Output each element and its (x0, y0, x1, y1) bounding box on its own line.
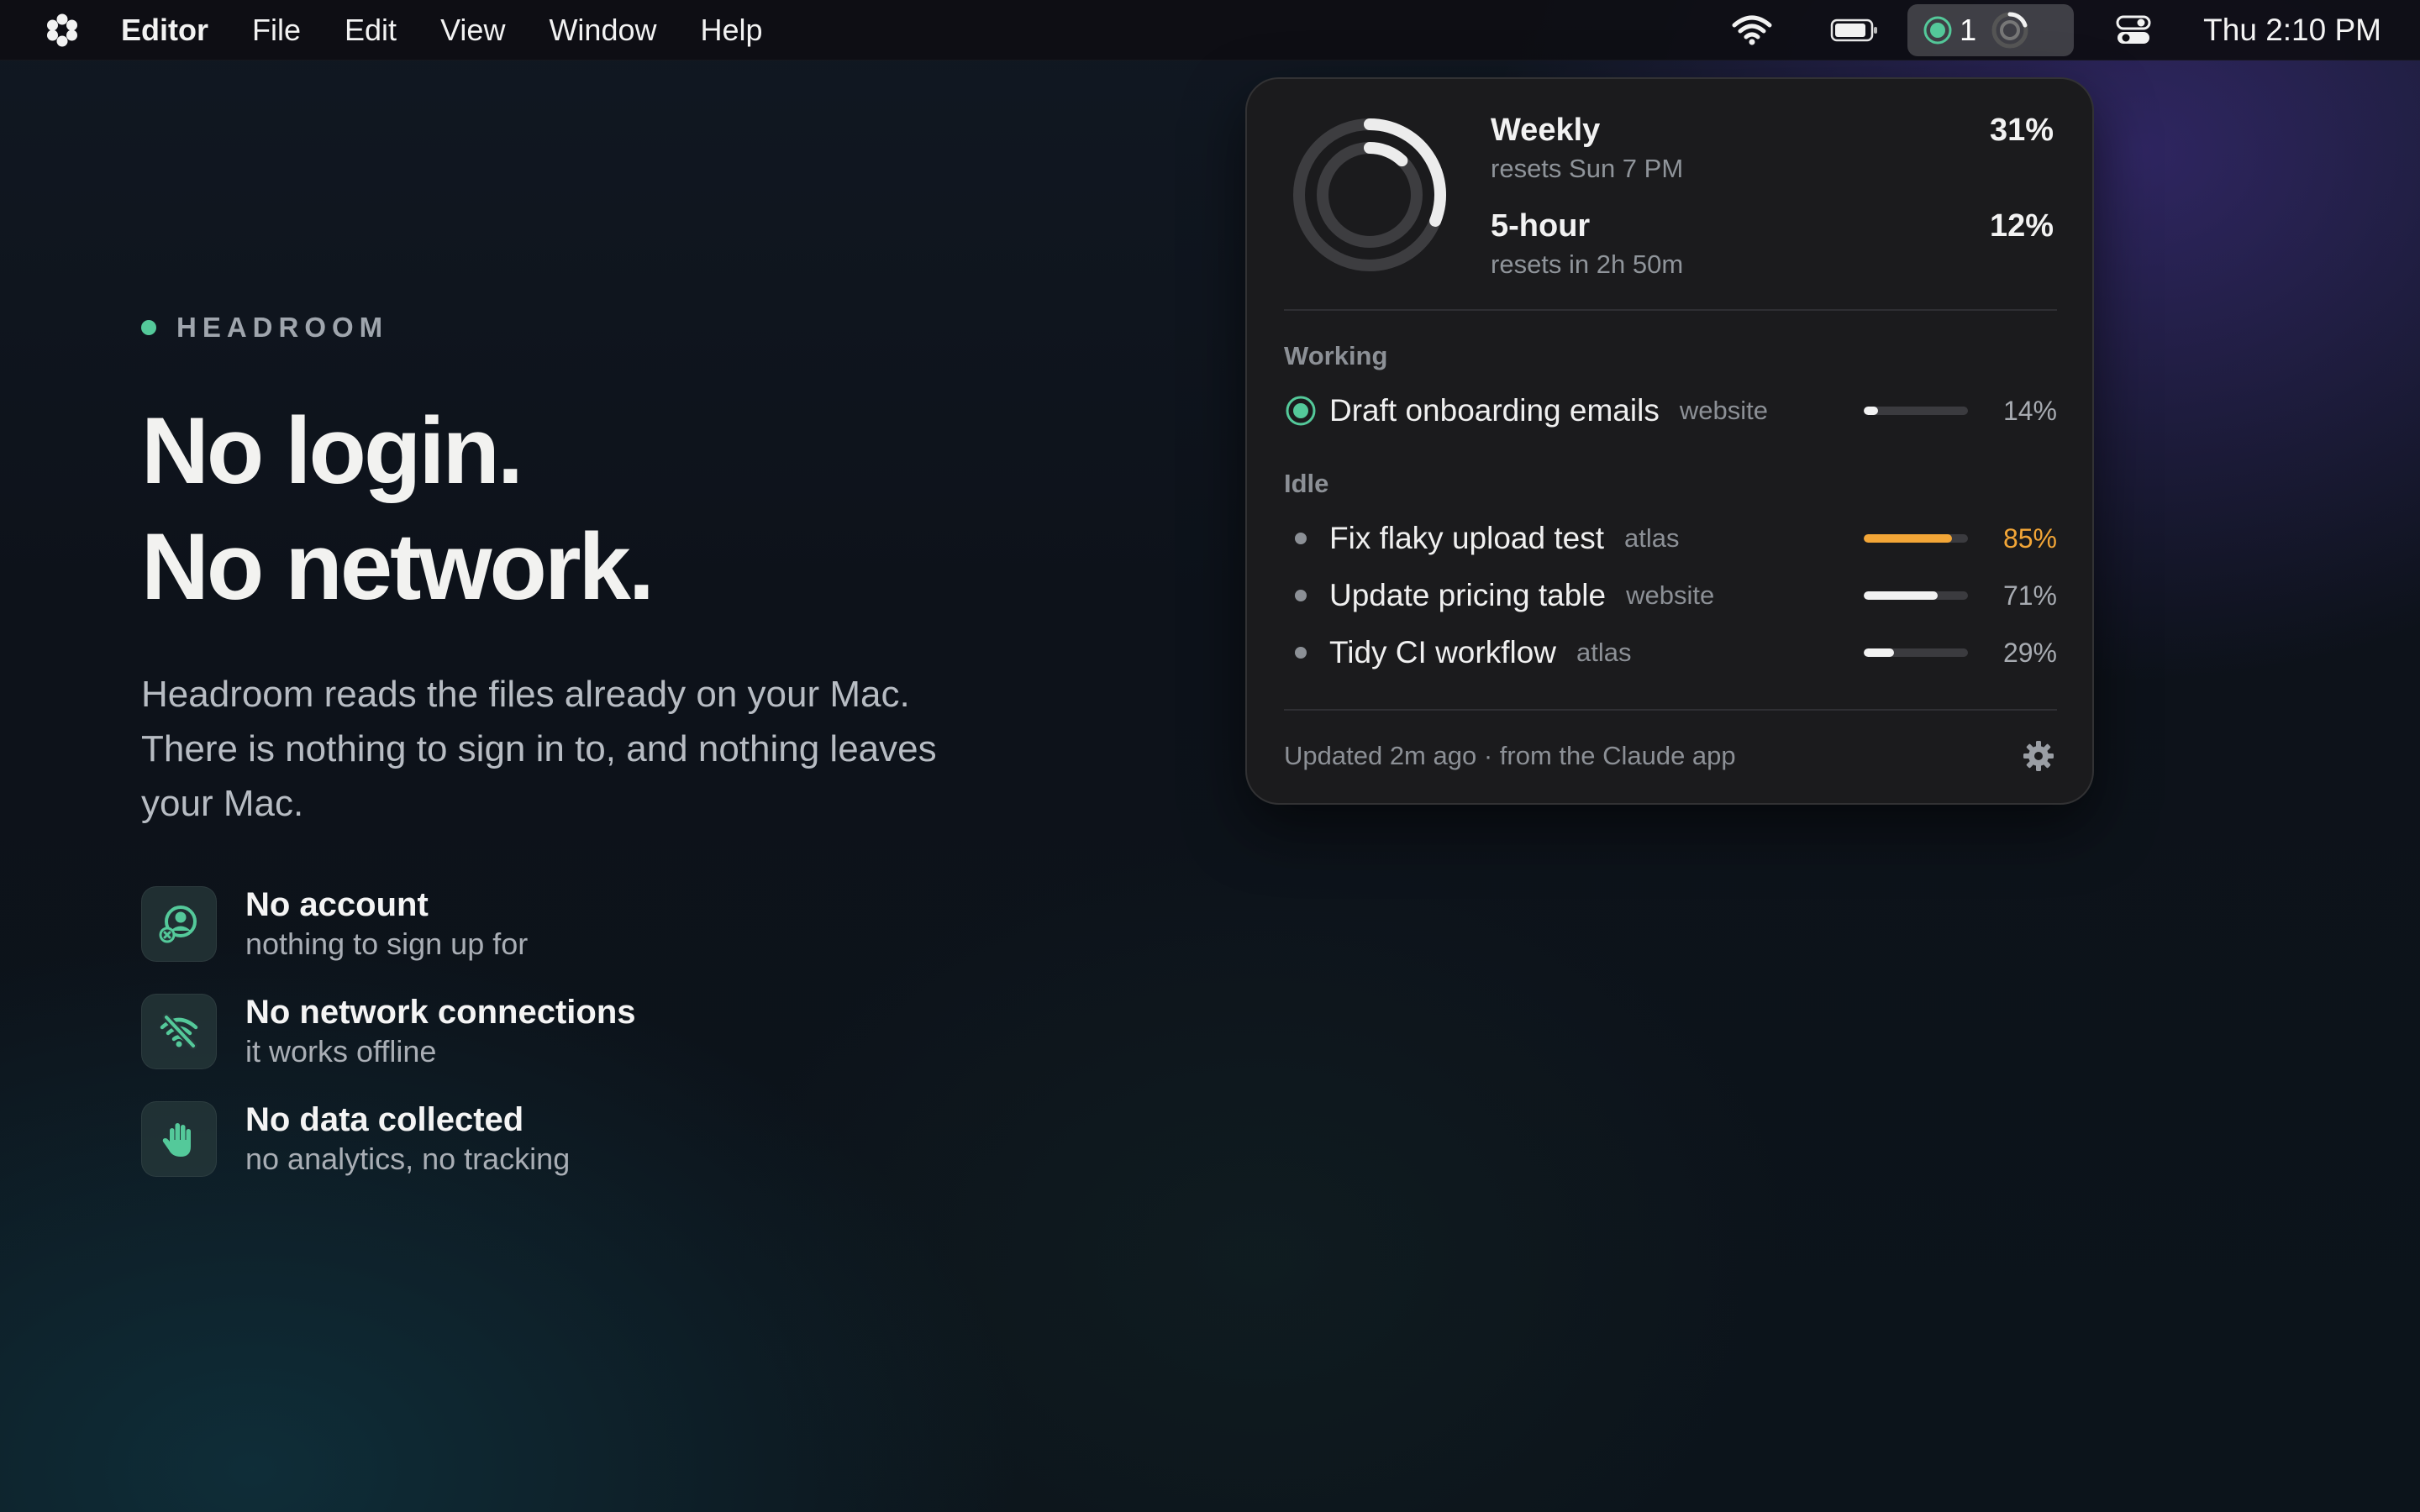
control-center-icon[interactable] (2116, 14, 2151, 46)
wifi-icon[interactable] (1731, 13, 1773, 47)
task-project: atlas (1623, 523, 1680, 553)
task-row[interactable]: Fix flaky upload test atlas 85% (1284, 517, 2057, 559)
task-name: Draft onboarding emails (1329, 393, 1660, 428)
task-percent: 71% (2002, 580, 2057, 611)
idle-dot-icon (1284, 636, 1318, 669)
task-percent: 14% (2002, 395, 2057, 426)
task-progress-fill (1864, 648, 1894, 657)
usage-ring-icon (1991, 12, 2028, 49)
lede-text: Headroom reads the files already on your… (141, 674, 937, 824)
task-row[interactable]: Tidy CI workflow atlas 29% (1284, 632, 2057, 674)
limit-weekly: Weekly resets Sun 7 PM 31% (1491, 111, 2054, 186)
task-name: Update pricing table (1329, 578, 1607, 612)
limit-reset: resets in 2h 50m (1491, 249, 1684, 279)
eyebrow-text: HEADROOM (176, 312, 389, 343)
task-progress-bar (1864, 591, 1968, 600)
task-name: Tidy CI workflow (1329, 635, 1557, 669)
limit-five-hour: 5-hour resets in 2h 50m 12% (1491, 207, 2054, 282)
feature-text: No data collected no analytics, no track… (245, 1100, 570, 1179)
hero-section: HEADROOM No login. No network. Headroom … (141, 302, 1150, 1209)
divider (1284, 709, 2057, 711)
limit-label: Weekly (1491, 113, 1601, 148)
feature-item: No account nothing to sign up for (141, 886, 1150, 962)
section-idle: Idle (1284, 469, 1329, 498)
menu-edit[interactable]: Edit (345, 0, 397, 60)
task-progress-bar (1864, 534, 1968, 543)
feature-subtitle: nothing to sign up for (245, 927, 529, 961)
limit-percent: 31% (1989, 113, 2054, 148)
gear-icon[interactable] (2022, 739, 2055, 773)
feature-text: No network connections it works offline (245, 992, 636, 1071)
eyebrow-dot (141, 320, 156, 335)
task-row[interactable]: Draft onboarding emails website 14% (1284, 390, 2057, 432)
headroom-popover: Weekly resets Sun 7 PM 31% 5-hour resets… (1245, 77, 2094, 805)
feature-item: No data collected no analytics, no track… (141, 1101, 1150, 1177)
menu-app-name[interactable]: Editor (121, 0, 208, 60)
task-name: Fix flaky upload test (1329, 521, 1604, 555)
task-project: atlas (1576, 638, 1632, 667)
divider (1284, 309, 2057, 311)
active-task-icon (1284, 394, 1318, 428)
feature-title: No account (245, 886, 429, 923)
menu-view[interactable]: View (440, 0, 505, 60)
limit-reset: resets Sun 7 PM (1491, 154, 1684, 183)
no-account-icon (141, 886, 217, 962)
feature-subtitle: it works offline (245, 1034, 437, 1068)
feature-text: No account nothing to sign up for (245, 885, 528, 963)
feature-item: No network connections it works offline (141, 994, 1150, 1069)
menu-window[interactable]: Window (549, 0, 656, 60)
task-percent: 85% (2002, 522, 2057, 554)
task-progress-bar (1864, 648, 1968, 657)
task-progress-fill (1864, 407, 1879, 415)
status-count: 1 (1960, 13, 1977, 47)
flower-logo-icon[interactable] (44, 12, 81, 49)
task-percent: 29% (2002, 637, 2057, 668)
feature-title: No data collected (245, 1101, 524, 1138)
active-task-icon (1923, 16, 1952, 45)
task-progress-fill (1864, 591, 1939, 600)
menu-help[interactable]: Help (701, 0, 763, 60)
menu-file[interactable]: File (252, 0, 301, 60)
no-wifi-icon (141, 994, 217, 1069)
headroom-status-item[interactable]: 1 (1907, 4, 2075, 56)
idle-dot-icon (1284, 579, 1318, 612)
section-working: Working (1284, 341, 1388, 370)
limit-label: 5-hour (1491, 208, 1591, 244)
idle-dot-icon (1284, 522, 1318, 555)
gauge-five-hour-arc (1364, 142, 1408, 167)
task-progress-bar (1864, 407, 1968, 415)
menu-status-area: 1 Thu 2:10 PM (1731, 0, 2420, 60)
menu-bar: Editor File Edit View Window Help 1 Thu … (0, 0, 2420, 60)
battery-icon[interactable] (1830, 18, 1879, 43)
feature-title: No network connections (245, 994, 636, 1031)
headline-line-1: No login. (141, 398, 523, 503)
limit-percent: 12% (1989, 208, 2054, 244)
task-row[interactable]: Update pricing table website 71% (1284, 575, 2057, 617)
menu-clock[interactable]: Thu 2:10 PM (2203, 13, 2381, 48)
task-project: website (1626, 580, 1715, 610)
headline: No login. No network. (141, 393, 1150, 625)
menu-left: Editor File Edit View Window Help (0, 0, 807, 60)
hand-stop-icon (141, 1101, 217, 1177)
feature-list: No account nothing to sign up for No net… (141, 886, 1150, 1177)
task-project: website (1679, 396, 1768, 425)
footer-text: Updated 2m ago · from the Claude app (1284, 741, 1736, 770)
usage-gauge (1293, 118, 1446, 271)
eyebrow: HEADROOM (141, 302, 1150, 353)
task-progress-fill (1864, 534, 1953, 543)
feature-subtitle: no analytics, no tracking (245, 1142, 571, 1176)
headline-line-2: No network. (141, 514, 655, 619)
